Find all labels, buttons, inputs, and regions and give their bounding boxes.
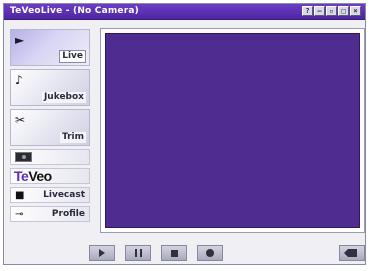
profile-button[interactable]: ⊸ Profile <box>10 206 90 222</box>
video-frame <box>100 28 365 233</box>
restore-button[interactable]: ▫ <box>326 6 337 16</box>
jukebox-label: Jukebox <box>41 92 86 103</box>
livecast-button[interactable]: ■ Livecast <box>10 187 90 203</box>
rewind-button[interactable] <box>339 245 365 261</box>
record-button[interactable] <box>197 245 223 261</box>
app-window: TeVeoLive - (No Camera) ? — ▫ □ × ► Live… <box>3 3 366 265</box>
maximize-button[interactable]: □ <box>338 6 349 16</box>
window-title: TeVeoLive - (No Camera) <box>10 6 139 16</box>
livecast-label: Livecast <box>43 190 85 200</box>
help-button[interactable]: ? <box>302 6 313 16</box>
rewind-icon <box>343 249 357 257</box>
play-icon <box>99 249 105 257</box>
play-button[interactable] <box>89 245 115 261</box>
key-icon: ⊸ <box>15 209 24 220</box>
pause-button[interactable] <box>125 245 151 261</box>
teveo-logo: TeVeo <box>14 168 52 184</box>
camera-icon <box>15 152 32 162</box>
play-icon: ► <box>15 33 25 47</box>
title-bar[interactable]: TeVeoLive - (No Camera) ? — ▫ □ × <box>4 4 365 20</box>
profile-label: Profile <box>51 209 85 219</box>
guitar-icon: ♪ <box>15 73 23 87</box>
jukebox-button[interactable]: ♪ Jukebox <box>10 69 90 106</box>
window-controls: ? — ▫ □ × <box>302 6 361 16</box>
teveo-logo-strip: TeVeo <box>10 168 90 184</box>
sidebar: ► Live ♪ Jukebox ✂ Trim TeVeo ■ Livecast… <box>10 29 90 225</box>
minimize-button[interactable]: — <box>314 6 325 16</box>
person-icon: ■ <box>15 190 25 201</box>
close-button[interactable]: × <box>350 6 361 16</box>
pause-icon <box>134 249 142 257</box>
scissors-icon: ✂ <box>15 113 26 127</box>
stop-icon <box>170 249 178 257</box>
live-label: Live <box>59 50 86 63</box>
live-button[interactable]: ► Live <box>10 29 90 66</box>
trim-button[interactable]: ✂ Trim <box>10 109 90 146</box>
stop-button[interactable] <box>161 245 187 261</box>
record-icon <box>206 249 214 257</box>
video-display[interactable] <box>105 33 360 228</box>
camera-strip[interactable] <box>10 149 90 165</box>
trim-label: Trim <box>59 132 86 143</box>
playback-controls <box>89 245 223 261</box>
